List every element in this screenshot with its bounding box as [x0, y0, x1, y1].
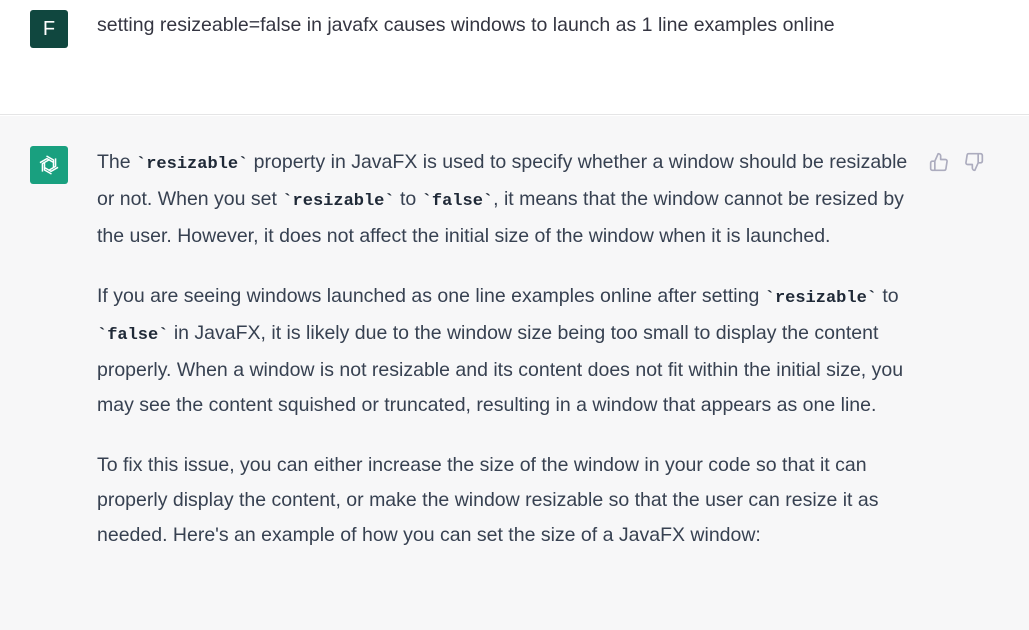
inline-code: `false` — [421, 192, 494, 211]
thumbs-up-button[interactable] — [927, 150, 951, 174]
text-run: to — [876, 285, 899, 307]
text-run: The — [97, 151, 137, 173]
answer-paragraph: If you are seeing windows launched as on… — [97, 279, 912, 423]
text-run: If you are seeing windows launched as on… — [97, 285, 765, 307]
user-message-text: setting resizeable=false in javafx cause… — [97, 14, 835, 36]
text-run: to — [394, 188, 422, 210]
inline-code: `resizable` — [764, 289, 877, 308]
thumbs-down-icon — [965, 152, 984, 172]
user-message-row: F setting resizeable=false in javafx cau… — [0, 0, 1029, 115]
assistant-message-row: The `resizable` property in JavaFX is us… — [0, 116, 1029, 630]
thumbs-down-button[interactable] — [962, 150, 986, 174]
user-avatar: F — [30, 10, 68, 48]
inline-code: `resizable` — [282, 192, 395, 211]
user-avatar-letter: F — [42, 17, 56, 40]
assistant-avatar — [30, 146, 68, 184]
answer-paragraph: The `resizable` property in JavaFX is us… — [97, 145, 912, 254]
assistant-message-body: The `resizable` property in JavaFX is us… — [97, 145, 912, 578]
thumbs-up-icon — [929, 152, 948, 172]
openai-logo-icon — [39, 155, 59, 175]
inline-code: `resizable` — [136, 155, 249, 174]
answer-paragraph: To fix this issue, you can either increa… — [97, 454, 879, 546]
inline-code: `false` — [97, 326, 169, 345]
text-run: in JavaFX, it is likely due to the windo… — [97, 322, 904, 416]
